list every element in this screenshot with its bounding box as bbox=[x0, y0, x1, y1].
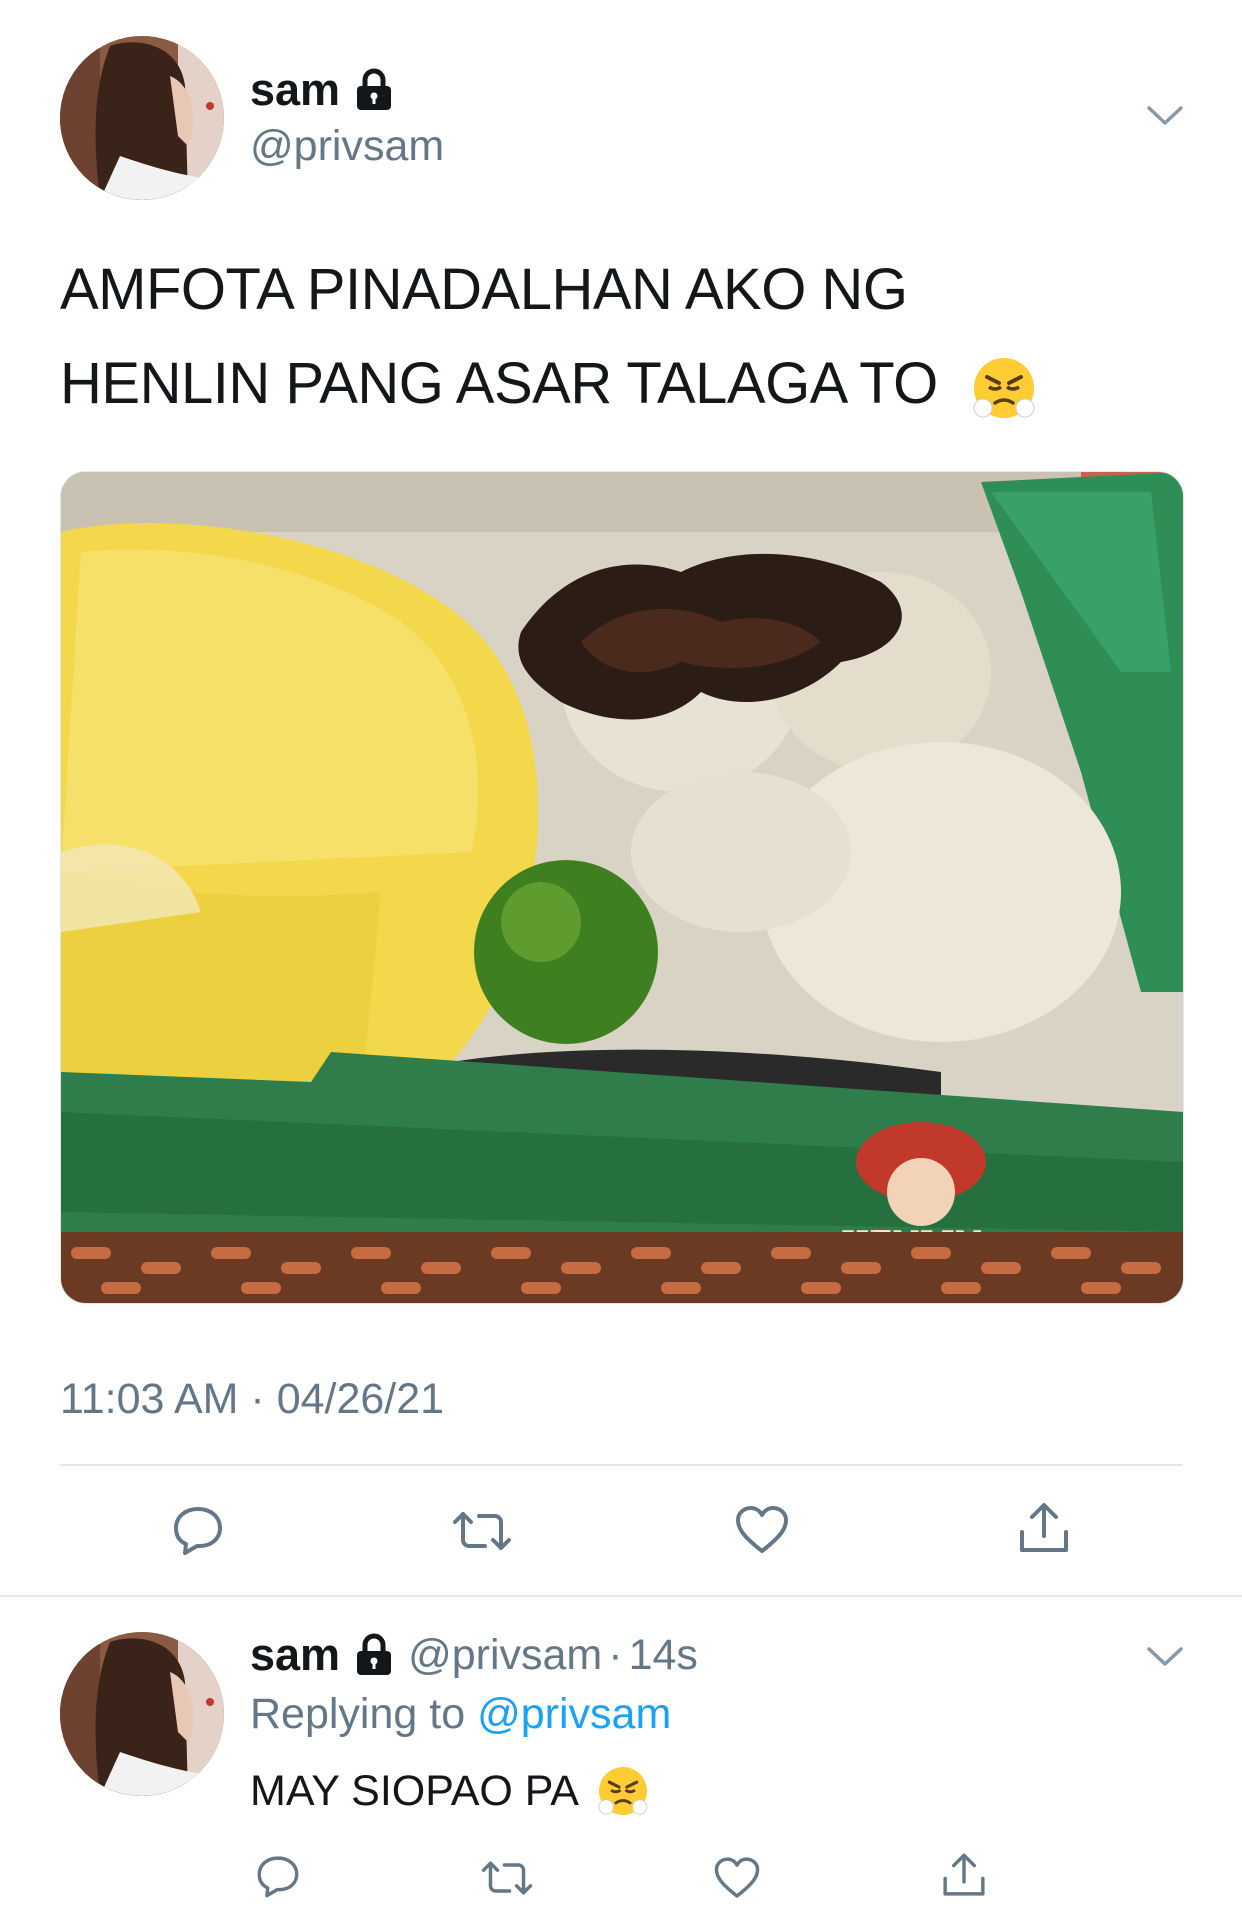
retweet-icon[interactable] bbox=[451, 1508, 513, 1554]
food-photo: HENLIN bbox=[61, 472, 1183, 1303]
chevron-down-icon[interactable] bbox=[1146, 104, 1184, 128]
lock-icon bbox=[354, 1633, 394, 1677]
steam-face-emoji bbox=[969, 353, 1039, 423]
divider bbox=[60, 1464, 1182, 1466]
reply-time[interactable]: 14s bbox=[629, 1631, 698, 1680]
reply-avatar[interactable] bbox=[60, 1632, 224, 1796]
replying-to: Replying to @privsam bbox=[250, 1690, 671, 1739]
tweet-text-line-1: AMFOTA PINADALHAN AKO NG bbox=[60, 257, 908, 322]
tweet-text-line-2: HENLIN PANG ASAR TALAGA TO bbox=[60, 337, 1190, 431]
avatar-photo bbox=[60, 1632, 224, 1796]
reply-text: MAY SIOPAO PA bbox=[250, 1763, 651, 1819]
retweet-icon[interactable] bbox=[480, 1858, 534, 1898]
tweet-text: AMFOTA PINADALHAN AKO NG HENLIN PANG ASA… bbox=[60, 243, 1190, 431]
reply-author-handle[interactable]: @privsam bbox=[408, 1631, 602, 1680]
share-icon[interactable] bbox=[940, 1851, 988, 1899]
share-icon[interactable] bbox=[1016, 1500, 1072, 1556]
author-handle[interactable]: @privsam bbox=[250, 122, 444, 171]
reply-icon[interactable] bbox=[255, 1853, 301, 1899]
heart-icon[interactable] bbox=[734, 1505, 790, 1555]
steam-face-emoji bbox=[595, 1763, 651, 1819]
tweet-timestamp[interactable]: 11:03 AM · 04/26/21 bbox=[60, 1375, 444, 1424]
reply-icon[interactable] bbox=[171, 1503, 225, 1557]
separator-dot: · bbox=[608, 1630, 623, 1679]
avatar[interactable] bbox=[60, 36, 224, 200]
avatar-photo bbox=[60, 36, 224, 200]
divider bbox=[0, 1595, 1242, 1597]
author-name[interactable]: sam bbox=[250, 64, 340, 116]
chevron-down-icon[interactable] bbox=[1146, 1645, 1184, 1669]
reply-author-name[interactable]: sam bbox=[250, 1629, 340, 1681]
replying-to-label: Replying to bbox=[250, 1690, 466, 1738]
replying-to-link[interactable]: @privsam bbox=[477, 1690, 671, 1738]
reply-text-content: MAY SIOPAO PA bbox=[250, 1766, 579, 1815]
heart-icon[interactable] bbox=[713, 1856, 761, 1900]
tweet-photo[interactable]: HENLIN bbox=[60, 471, 1184, 1304]
tweet-text-line-2-text: HENLIN PANG ASAR TALAGA TO bbox=[60, 351, 938, 416]
lock-icon bbox=[354, 68, 394, 112]
